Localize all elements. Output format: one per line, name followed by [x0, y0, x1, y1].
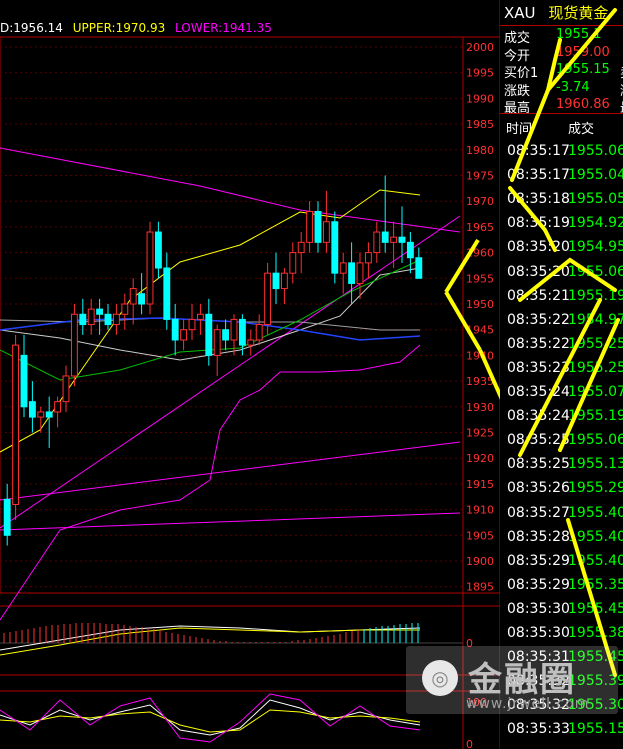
- watermark-text: 金融圈: [468, 660, 576, 700]
- overlay-arrow-4: [518, 257, 617, 302]
- overlay-arrow-3: [508, 186, 557, 252]
- overlay-arrow-1: [510, 38, 562, 182]
- overlay-arrow-5: [518, 298, 602, 457]
- overlay-arrow-6: [558, 318, 620, 452]
- watermark-url: www.jrwell.com: [466, 696, 590, 712]
- watermark: ◎ 金融圈 www.jrwell.com: [406, 646, 618, 714]
- watermark-logo-icon: ◎: [422, 660, 458, 696]
- overlay-annotations: [508, 8, 620, 677]
- overlay-arrows: [508, 8, 620, 677]
